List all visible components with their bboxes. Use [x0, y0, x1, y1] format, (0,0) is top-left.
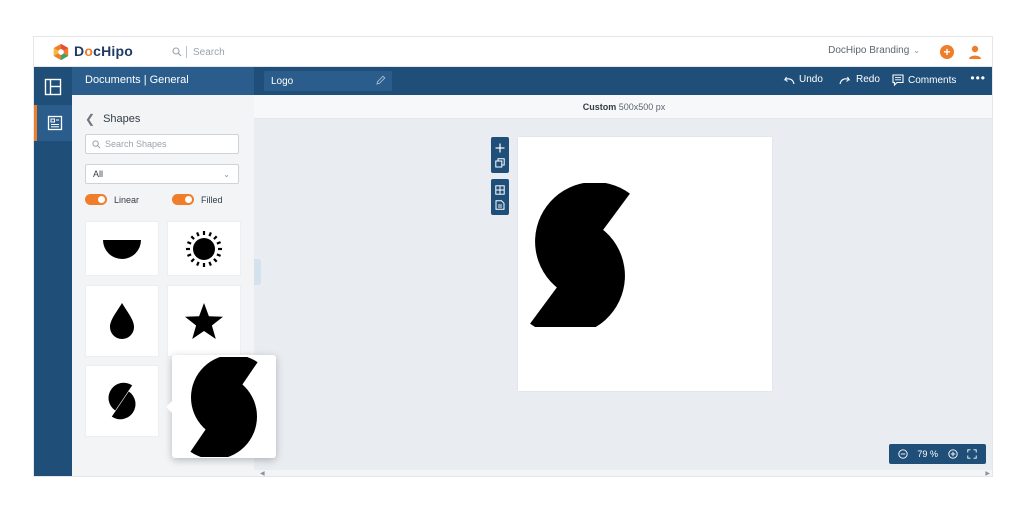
brand-kit-dropdown[interactable]: DocHipo Branding ⌄: [828, 45, 920, 56]
comment-icon: [892, 74, 904, 86]
zoom-in-icon[interactable]: [947, 449, 958, 459]
document-name-field[interactable]: Logo: [264, 71, 392, 91]
comments-label: Comments: [908, 74, 957, 86]
elements-icon: [47, 115, 62, 131]
chevron-left-icon: ❮: [85, 112, 96, 126]
comments-button[interactable]: Comments: [892, 74, 956, 86]
shape-category-value: All: [93, 169, 104, 179]
add-page-icon[interactable]: [495, 143, 505, 153]
duplicate-page-icon[interactable]: [495, 157, 505, 168]
undo-button[interactable]: Undo: [782, 74, 823, 85]
star-icon: [185, 303, 223, 339]
filled-label: Filled: [201, 194, 223, 205]
panel-section-title: Shapes: [103, 113, 141, 125]
split-circle-icon[interactable]: [528, 183, 632, 327]
size-label: Custom: [582, 102, 617, 112]
brand-name: DocHipo: [74, 43, 133, 59]
redo-icon: [839, 76, 851, 84]
pencil-icon[interactable]: [376, 75, 386, 85]
left-rail: [34, 67, 72, 476]
half-circle-icon: [103, 239, 141, 259]
grid-icon[interactable]: [495, 184, 505, 195]
page-tools-group: [491, 137, 509, 173]
page-tools-group-2: [491, 179, 509, 215]
undo-icon: [783, 76, 795, 84]
top-bar: DocHipo Search DocHipo Branding ⌄ +: [34, 37, 992, 67]
search-icon: [92, 139, 101, 148]
zoom-level[interactable]: 79 %: [917, 449, 938, 459]
filled-toggle[interactable]: Filled: [172, 194, 223, 205]
shape-tile-sun[interactable]: [167, 221, 241, 276]
rail-item-templates[interactable]: [34, 69, 72, 105]
shape-tile-split-circle[interactable]: [85, 365, 159, 437]
drop-icon: [110, 303, 134, 339]
app-window: DocHipo Search DocHipo Branding ⌄ + Docu…: [33, 36, 993, 477]
linear-switch[interactable]: [85, 194, 107, 205]
shape-search-input[interactable]: Search Shapes: [85, 134, 239, 154]
panel-header[interactable]: Documents | General: [72, 67, 254, 95]
linear-label: Linear: [114, 194, 140, 205]
user-icon[interactable]: [968, 44, 982, 60]
design-canvas[interactable]: [518, 137, 772, 391]
brand-kit-label: DocHipo Branding: [828, 45, 910, 56]
size-value: 500x500 px: [618, 102, 666, 112]
dochipo-logo-icon[interactable]: [52, 43, 70, 61]
redo-label: Redo: [856, 74, 880, 85]
search-icon: [172, 47, 182, 57]
undo-label: Undo: [799, 74, 823, 85]
create-button[interactable]: +: [940, 45, 954, 59]
panel-collapse-handle[interactable]: [254, 259, 261, 285]
shape-tile-drop[interactable]: [85, 285, 159, 357]
search-placeholder[interactable]: Search: [193, 47, 225, 58]
search-divider: [186, 46, 187, 58]
sun-icon: [186, 230, 222, 267]
filled-switch[interactable]: [172, 194, 194, 205]
chevron-down-icon: ⌄: [913, 46, 920, 55]
rail-item-elements[interactable]: [34, 105, 72, 141]
linear-toggle[interactable]: Linear: [85, 194, 139, 205]
shape-tile-half-circle[interactable]: [85, 221, 159, 276]
global-search[interactable]: Search: [172, 43, 225, 61]
chevron-down-icon: ⌄: [223, 170, 230, 179]
redo-button[interactable]: Redo: [839, 74, 880, 85]
fullscreen-icon[interactable]: [967, 449, 977, 459]
shape-preview-popover: [166, 355, 276, 458]
canvas-size-bar[interactable]: Custom 500x500 px: [254, 95, 992, 119]
split-circle-icon: [108, 382, 136, 420]
page-settings-icon[interactable]: [495, 199, 505, 210]
shape-tile-star[interactable]: [167, 285, 241, 357]
scroll-right-icon[interactable]: ▶: [985, 470, 990, 476]
zoom-out-icon[interactable]: [898, 449, 908, 459]
horizontal-scrollbar[interactable]: ◀ ▶: [254, 470, 992, 476]
split-circle-icon: [190, 356, 258, 457]
zoom-controls: 79 %: [889, 444, 986, 464]
scroll-left-icon[interactable]: ◀: [260, 470, 265, 476]
layout-icon: [44, 78, 62, 96]
back-to-elements[interactable]: ❮ Shapes: [85, 112, 140, 126]
more-options-button[interactable]: •••: [970, 71, 986, 85]
shape-search-placeholder: Search Shapes: [105, 139, 167, 149]
shape-category-select[interactable]: All ⌄: [85, 164, 239, 184]
document-name: Logo: [271, 76, 294, 87]
editor-toolbar: Logo Undo Redo Comments •••: [254, 67, 992, 95]
